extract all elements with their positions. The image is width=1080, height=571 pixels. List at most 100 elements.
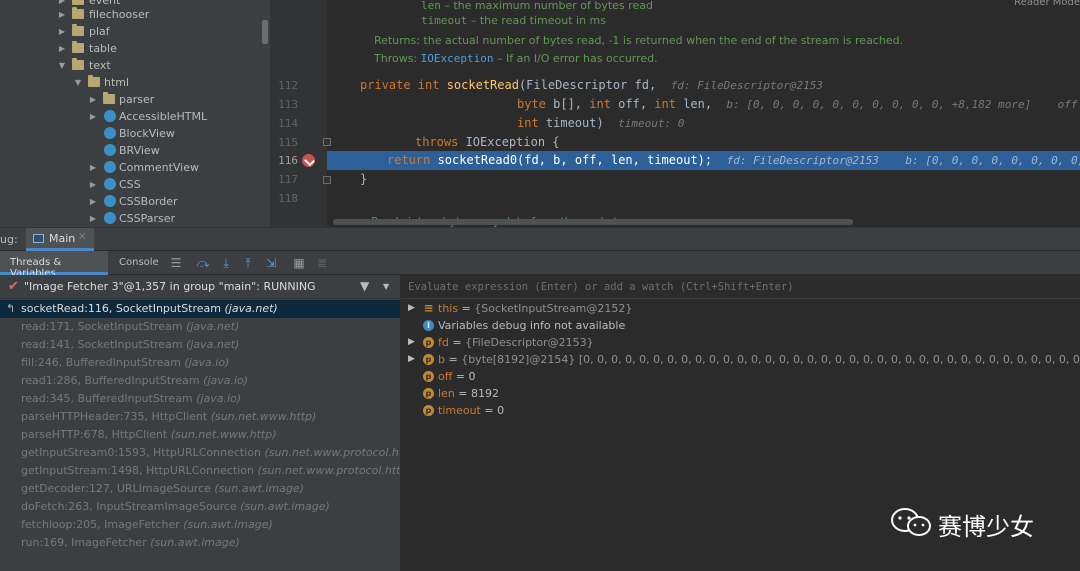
line-number: 116: [278, 154, 298, 167]
stack-frame-row[interactable]: fetchloop:205, ImageFetcher (sun.awt.ima…: [0, 516, 400, 534]
tree-item-cssborder[interactable]: ▶ CSSBorder: [0, 193, 270, 210]
list-icon: ≡: [423, 301, 434, 315]
tab-threads-variables[interactable]: Threads & Variables: [0, 251, 108, 279]
run-to-cursor-icon[interactable]: ⇲: [263, 255, 279, 271]
class-icon: [104, 144, 116, 156]
tree-item-label: AccessibleHTML: [119, 110, 208, 123]
tree-item-table[interactable]: ▶ table: [0, 40, 270, 57]
chevron-right-icon[interactable]: ▶: [57, 23, 67, 40]
project-tree[interactable]: ▶ event ▶ filechooser ▶ plaf ▶ table ▼ t…: [0, 0, 270, 227]
thread-check-icon: ✔: [8, 279, 19, 294]
session-tab-label: Main: [49, 232, 76, 245]
stack-frame-row[interactable]: doFetch:263, InputStreamImageSource (sun…: [0, 498, 400, 516]
stack-frame-row[interactable]: run:169, ImageFetcher (sun.awt.image): [0, 534, 400, 552]
chevron-right-icon[interactable]: ▶: [88, 108, 98, 125]
chevron-right-icon[interactable]: ▶: [88, 159, 98, 176]
step-out-icon[interactable]: ⤒: [240, 255, 256, 271]
chevron-right-icon[interactable]: ▶: [408, 351, 415, 368]
stack-frame-row[interactable]: read:141, SocketInputStream (java.net): [0, 336, 400, 354]
tree-item-brview[interactable]: BRView: [0, 142, 270, 159]
frame-method: run:169, ImageFetcher: [21, 536, 147, 549]
doc-throws-link[interactable]: IOException: [421, 52, 494, 65]
code-token: b[],: [553, 97, 590, 111]
doc-param-len: len – the maximum number of bytes read: [421, 0, 653, 12]
reader-mode-label[interactable]: Reader Mode: [1014, 0, 1080, 8]
editor-horizontal-scrollbar[interactable]: [333, 219, 853, 225]
variable-row[interactable]: i Variables debug info not available: [401, 317, 1080, 334]
chevron-right-icon[interactable]: ▶: [57, 40, 67, 57]
debug-session-tab[interactable]: Main ×: [26, 228, 94, 251]
menu-lines-icon[interactable]: ☰: [168, 255, 184, 271]
fold-marker-icon[interactable]: [323, 176, 331, 184]
frame-package: (java.net): [186, 338, 240, 351]
folder-icon: [72, 7, 84, 19]
tab-console[interactable]: Console: [119, 257, 159, 268]
variable-row[interactable]: ▶ p b = {byte[8192]@2154} [0, 0, 0, 0, 0, …: [401, 351, 1080, 368]
tree-item-label: plaf: [89, 25, 110, 38]
stack-frame-row[interactable]: ↰ socketRead:116, SocketInputStream (java…: [0, 300, 400, 318]
stack-frame-row[interactable]: read:345, BufferedInputStream (java.io): [0, 390, 400, 408]
doc-returns: Returns: the actual number of bytes read…: [374, 34, 904, 47]
tree-item-label: CSSParser: [119, 212, 176, 225]
chevron-down-icon[interactable]: ▼: [57, 57, 67, 74]
tree-scrollbar[interactable]: [262, 20, 268, 44]
class-icon: [104, 195, 116, 207]
stack-frame-row[interactable]: getDecoder:127, URLImageSource (sun.awt.…: [0, 480, 400, 498]
evaluate-table-icon[interactable]: ▦: [291, 255, 307, 271]
chevron-right-icon[interactable]: ▶: [408, 334, 415, 351]
filter-icon[interactable]: ▼: [360, 279, 369, 293]
stack-frame-row[interactable]: getInputStream:1498, HttpURLConnection (…: [0, 462, 400, 480]
variable-row[interactable]: p timeout = 0: [401, 402, 1080, 419]
stack-frame-row[interactable]: read1:286, BufferedInputStream (java.io): [0, 372, 400, 390]
stack-frame-row[interactable]: fill:246, BufferedInputStream (java.io): [0, 354, 400, 372]
variable-row[interactable]: ▶ p fd = {FileDescriptor@2153}: [401, 334, 1080, 351]
stack-frame-row[interactable]: getInputStream0:1593, HttpURLConnection …: [0, 444, 400, 462]
step-over-icon[interactable]: ⤼: [195, 255, 211, 271]
tree-item-accessiblehtml[interactable]: ▶ AccessibleHTML: [0, 108, 270, 125]
tree-item-css[interactable]: ▶ CSS: [0, 176, 270, 193]
thread-selector[interactable]: ✔ "Image Fetcher 3"@1,357 in group "main…: [0, 275, 400, 299]
tree-item-html[interactable]: ▼ html: [0, 74, 270, 91]
chevron-down-icon[interactable]: ▼: [73, 74, 83, 91]
chevron-right-icon[interactable]: ▶: [88, 176, 98, 193]
variable-row[interactable]: p off = 0: [401, 368, 1080, 385]
tree-item-text[interactable]: ▼ text: [0, 57, 270, 74]
tree-item-blockview[interactable]: BlockView: [0, 125, 270, 142]
code-token: int: [654, 97, 684, 111]
fold-marker-icon[interactable]: [323, 138, 331, 146]
frame-method: getDecoder:127, URLImageSource: [21, 482, 211, 495]
evaluate-expression-field[interactable]: Evaluate expression (Enter) or add a wat…: [401, 275, 1080, 299]
code-token: socketRead0(fd, b, off, len, timeout);: [437, 153, 713, 167]
chevron-right-icon[interactable]: ▶: [88, 193, 98, 210]
layout-icon[interactable]: ≣: [314, 255, 330, 271]
chevron-right-icon[interactable]: ▶: [88, 210, 98, 227]
variable-row[interactable]: ▶ ≡ this = {SocketInputStream@2152}: [401, 300, 1080, 317]
class-icon: [104, 110, 116, 122]
close-icon[interactable]: ×: [78, 231, 86, 242]
stack-frame-row[interactable]: read:171, SocketInputStream (java.net): [0, 318, 400, 336]
breakpoint-icon[interactable]: [302, 154, 315, 167]
tree-item-filechooser[interactable]: ▶ filechooser: [0, 6, 270, 23]
folder-icon: [72, 24, 84, 36]
tree-item-plaf[interactable]: ▶ plaf: [0, 23, 270, 40]
chevron-down-icon[interactable]: ▼: [383, 282, 389, 291]
frame-package: (sun.awt.image): [240, 500, 330, 513]
tree-item-parser[interactable]: ▶ parser: [0, 91, 270, 108]
chevron-right-icon[interactable]: ▶: [57, 6, 67, 23]
code-editor[interactable]: Reader Mode len – the maximum number of …: [270, 0, 1080, 227]
tree-item-commentview[interactable]: ▶ CommentView: [0, 159, 270, 176]
stack-frame-row[interactable]: parseHTTPHeader:735, HttpClient (sun.net…: [0, 408, 400, 426]
frame-method: read:171, SocketInputStream: [21, 320, 183, 333]
code-token: IOException {: [465, 135, 560, 149]
tree-item-label: BlockView: [119, 127, 175, 140]
variable-name: timeout: [438, 404, 481, 417]
frame-package: (java.io): [196, 392, 242, 405]
variable-row[interactable]: p len = 8192: [401, 385, 1080, 402]
line-number: 112: [278, 79, 298, 92]
step-into-icon[interactable]: ⤓: [218, 255, 234, 271]
chevron-right-icon[interactable]: ▶: [88, 91, 98, 108]
chevron-right-icon[interactable]: ▶: [408, 300, 415, 317]
tree-item-cssparser[interactable]: ▶ CSSParser: [0, 210, 270, 227]
stack-frame-row[interactable]: parseHTTP:678, HttpClient (sun.net.www.h…: [0, 426, 400, 444]
variable-name: b: [438, 353, 445, 366]
